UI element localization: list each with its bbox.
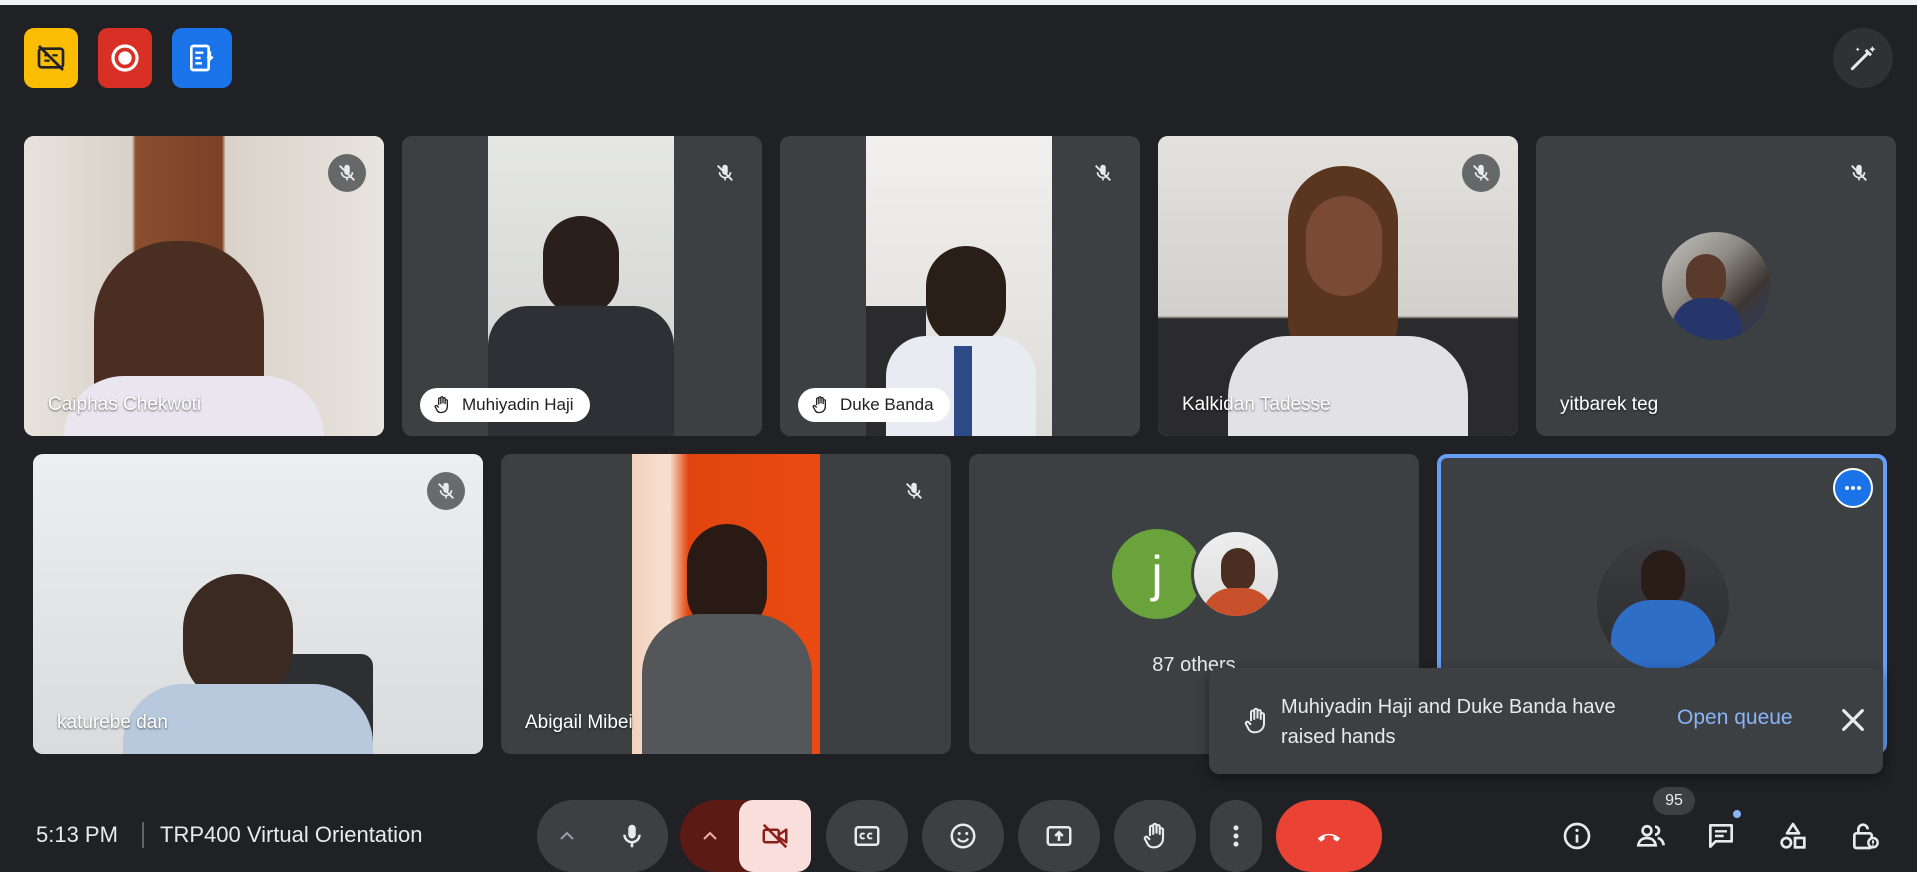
raised-hand-pill: Duke Banda	[798, 388, 950, 422]
chat-icon	[1709, 824, 1733, 848]
video-settings-group	[680, 800, 811, 872]
visual-effects-button[interactable]	[1833, 28, 1893, 88]
activities-button[interactable]	[1771, 814, 1815, 858]
mic-off-icon	[1473, 164, 1489, 181]
raised-hand-icon	[434, 396, 448, 414]
open-queue-button[interactable]: Open queue	[1677, 706, 1793, 730]
chevron-up-icon	[703, 831, 717, 840]
participant-name: katurebe dan	[57, 712, 168, 733]
camera-toggle-button[interactable]	[739, 800, 811, 872]
chat-button[interactable]	[1699, 814, 1743, 858]
magic-pen-icon	[1850, 46, 1876, 71]
muted-indicator	[706, 154, 744, 192]
meeting-title: TRP400 Virtual Orientation	[160, 822, 423, 847]
chevron-up-icon	[560, 831, 574, 840]
participant-count-badge: 95	[1653, 787, 1695, 815]
top-border	[0, 0, 1917, 5]
raised-hands-toast: Muhiyadin Haji and Duke Banda have raise…	[1209, 668, 1883, 774]
participant-avatar	[1662, 232, 1770, 340]
mic-off-icon	[717, 164, 733, 181]
participant-tile[interactable]: Kalkidan Tadesse	[1158, 136, 1518, 436]
meeting-status-badges	[24, 28, 232, 88]
meeting-clock: 5:13 PM	[36, 822, 118, 847]
present-screen-icon	[1046, 826, 1072, 846]
mic-off-icon	[906, 482, 922, 499]
chat-notification-dot	[1731, 808, 1743, 820]
meet-app: Caiphas Chekwoti Muhiyadin Haji Duke Ban…	[0, 0, 1917, 872]
reactions-button[interactable]	[922, 800, 1004, 872]
recording-badge[interactable]	[98, 28, 152, 88]
muted-indicator	[1462, 154, 1500, 192]
raise-hand-button[interactable]	[1114, 800, 1196, 872]
participant-tile[interactable]: katurebe dan	[33, 454, 483, 754]
captions-icon	[854, 826, 880, 846]
participant-tile[interactable]: Muhiyadin Haji	[402, 136, 762, 436]
participant-name: Duke Banda	[840, 395, 934, 414]
participant-tile[interactable]: Duke Banda	[780, 136, 1140, 436]
self-avatar	[1597, 538, 1729, 670]
audio-settings-group	[537, 800, 668, 872]
raised-hand-icon	[812, 396, 826, 414]
more-vert-icon	[1233, 825, 1239, 847]
participant-tile[interactable]: Caiphas Chekwoti	[24, 136, 384, 436]
host-controls-icon	[1853, 823, 1879, 850]
others-avatar-letter: j	[1112, 529, 1202, 619]
transcript-badge[interactable]	[172, 28, 232, 88]
participant-name: Muhiyadin Haji	[462, 395, 574, 414]
raised-hand-icon	[1244, 707, 1265, 734]
muted-indicator	[1840, 154, 1878, 192]
mic-off-icon	[1095, 164, 1111, 181]
people-icon	[1636, 824, 1665, 847]
toast-message: Muhiyadin Haji and Duke Banda have raise…	[1281, 696, 1616, 748]
transcript-icon	[190, 44, 214, 72]
muted-indicator	[895, 472, 933, 510]
leave-call-button[interactable]	[1276, 800, 1382, 872]
participant-tile[interactable]: yitbarek teg	[1536, 136, 1896, 436]
participant-video	[632, 454, 820, 754]
close-icon[interactable]	[1837, 704, 1869, 736]
participant-name: Abigail Mibei	[525, 712, 633, 733]
audio-options-button[interactable]	[537, 800, 597, 872]
leave-call-icon	[1317, 833, 1341, 842]
info-icon	[1563, 822, 1591, 850]
others-avatar-photo	[1191, 529, 1281, 619]
microphone-button[interactable]	[596, 800, 668, 872]
muted-indicator	[1084, 154, 1122, 192]
meeting-details-button[interactable]	[1555, 814, 1599, 858]
captions-button[interactable]	[826, 800, 908, 872]
participant-tile[interactable]: Abigail Mibei	[501, 454, 951, 754]
host-controls-button[interactable]	[1843, 814, 1887, 858]
mic-off-icon	[438, 482, 454, 499]
mic-off-icon	[339, 164, 355, 181]
divider	[142, 822, 144, 848]
raise-hand-icon	[1143, 822, 1165, 849]
video-options-button[interactable]	[680, 800, 740, 872]
present-button[interactable]	[1018, 800, 1100, 872]
emoji-icon	[950, 823, 976, 849]
more-options-button[interactable]	[1833, 468, 1873, 508]
participant-name: Caiphas Chekwoti	[48, 394, 202, 415]
participant-name: Kalkidan Tadesse	[1182, 394, 1331, 415]
camera-off-icon	[762, 823, 788, 849]
microphone-icon	[623, 824, 641, 848]
captions-off-icon	[37, 45, 65, 71]
recording-icon	[111, 44, 139, 72]
raised-hand-pill: Muhiyadin Haji	[420, 388, 590, 422]
muted-indicator	[427, 472, 465, 510]
participant-name: yitbarek teg	[1560, 394, 1659, 415]
captions-off-badge[interactable]	[24, 28, 78, 88]
people-button[interactable]	[1629, 814, 1673, 858]
more-options-button[interactable]	[1210, 800, 1262, 872]
mic-off-icon	[1851, 164, 1867, 181]
participant-video	[33, 454, 483, 754]
activities-icon	[1780, 822, 1806, 849]
more-horizontal-icon	[1845, 486, 1861, 490]
muted-indicator	[328, 154, 366, 192]
